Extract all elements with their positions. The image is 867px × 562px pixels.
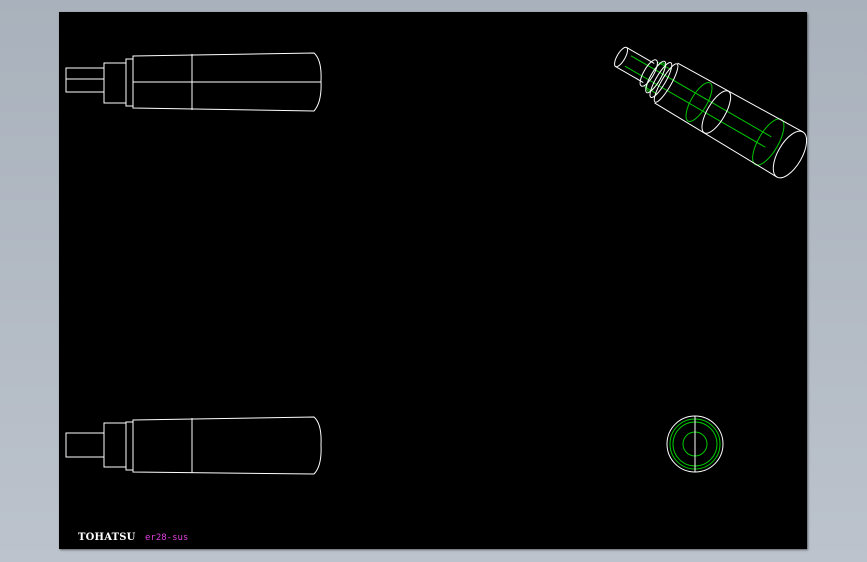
handle-end-view bbox=[666, 415, 724, 473]
handle-bottom-view bbox=[65, 416, 322, 475]
part-label: er28-sus bbox=[145, 533, 189, 543]
brand-text: TOHATSU bbox=[78, 532, 136, 543]
drawing-sheet: TOHATSU er28-sus bbox=[59, 12, 807, 549]
handle-isometric-view bbox=[614, 46, 807, 179]
drawing-canvas bbox=[65, 46, 807, 475]
handle-front-view bbox=[65, 52, 322, 112]
